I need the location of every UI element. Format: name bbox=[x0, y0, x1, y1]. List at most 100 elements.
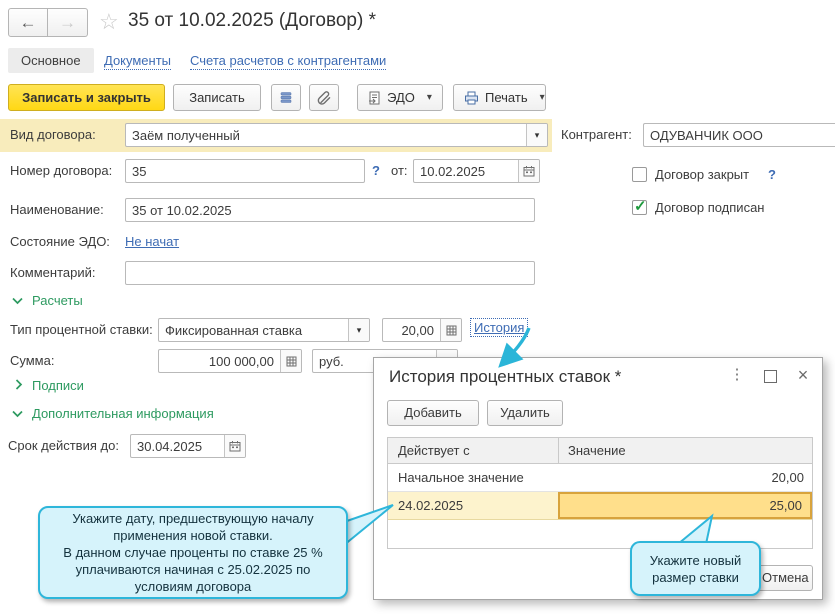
section-sign-chevron-right-icon[interactable] bbox=[15, 379, 23, 390]
amount-label: Сумма: bbox=[10, 353, 55, 368]
section-signatures-header[interactable]: Подписи bbox=[32, 378, 84, 393]
favorite-star-icon[interactable]: ☆ bbox=[99, 9, 119, 35]
calendar-icon bbox=[229, 441, 241, 452]
name-input[interactable]: 35 от 10.02.2025 bbox=[125, 198, 535, 222]
rate-type-label: Тип процентной ставки: bbox=[10, 322, 153, 337]
table-row-selected[interactable]: 24.02.2025 25,00 bbox=[388, 492, 812, 520]
calendar-icon bbox=[523, 166, 535, 177]
counterparty-label: Контрагент: bbox=[561, 127, 632, 142]
add-row-button[interactable]: Добавить bbox=[387, 400, 479, 426]
printer-icon bbox=[465, 91, 478, 104]
callout-right: Укажите новый размер ставки bbox=[630, 541, 761, 596]
dialog-more-icon[interactable]: ⋮ bbox=[726, 366, 748, 384]
comment-input[interactable] bbox=[125, 261, 535, 285]
delete-row-button[interactable]: Удалить bbox=[487, 400, 563, 426]
rate-type-combobox[interactable]: Фиксированная ставка ▾ bbox=[158, 318, 370, 342]
contract-date-value: 10.02.2025 bbox=[420, 163, 486, 179]
callout-right-text: Укажите новый размер ставки bbox=[649, 552, 742, 585]
contract-type-value: Заём полученный bbox=[132, 127, 240, 143]
valid-until-input[interactable]: 30.04.2025 bbox=[130, 434, 246, 458]
back-button[interactable]: ← bbox=[8, 8, 48, 37]
forward-button[interactable]: → bbox=[48, 8, 88, 37]
dialog-title: История процентных ставок * bbox=[389, 367, 622, 386]
section-extra-header[interactable]: Дополнительная информация bbox=[32, 406, 214, 421]
column-header-date[interactable]: Действует с bbox=[398, 443, 470, 458]
contract-date-input[interactable]: 10.02.2025 bbox=[413, 159, 540, 183]
edo-button-label: ЭДО bbox=[387, 90, 415, 105]
dialog-maximize-icon[interactable] bbox=[764, 370, 777, 383]
section-calc-header[interactable]: Расчеты bbox=[32, 293, 83, 308]
forward-icon: → bbox=[59, 13, 76, 32]
counterparty-input[interactable]: ОДУВАНЧИК ООО bbox=[643, 123, 835, 147]
edo-menu-button[interactable]: ЭДО ▾ bbox=[357, 84, 443, 111]
edo-caret-icon: ▾ bbox=[426, 92, 432, 103]
calculator-icon bbox=[446, 325, 456, 335]
stack-icon bbox=[280, 91, 292, 103]
rate-value-input[interactable]: 20,00 bbox=[382, 318, 462, 342]
contract-signed-label: Договор подписан bbox=[655, 200, 765, 215]
table-header-row: Действует с Значение bbox=[388, 438, 812, 464]
edo-state-link[interactable]: Не начат bbox=[125, 234, 179, 249]
column-header-value[interactable]: Значение bbox=[568, 443, 626, 458]
contract-date-label: от: bbox=[391, 163, 408, 178]
contract-type-dropdown-button[interactable]: ▾ bbox=[526, 124, 547, 146]
contract-signed-checkbox[interactable]: ✓ bbox=[632, 198, 647, 215]
chevron-down-icon: ▾ bbox=[534, 129, 540, 140]
contract-form-window: ← → ☆ 35 от 10.02.2025 (Договор) * Основ… bbox=[0, 0, 835, 614]
rate-calculator-button[interactable] bbox=[440, 319, 461, 341]
tab-documents[interactable]: Документы bbox=[104, 53, 172, 70]
contract-type-combobox[interactable]: Заём полученный ▾ bbox=[125, 123, 548, 147]
amount-value: 100 000,00 bbox=[208, 353, 274, 369]
closed-help-icon[interactable]: ? bbox=[768, 167, 776, 182]
dialog-close-icon[interactable]: × bbox=[792, 366, 814, 384]
row-value-cell[interactable]: 20,00 bbox=[558, 464, 812, 491]
contract-closed-label: Договор закрыт bbox=[655, 167, 750, 182]
table-row[interactable]: Начальное значение 20,00 bbox=[388, 464, 812, 492]
valid-until-value: 30.04.2025 bbox=[137, 438, 203, 454]
valid-until-calendar-button[interactable] bbox=[224, 435, 245, 457]
name-value: 35 от 10.02.2025 bbox=[132, 202, 232, 218]
valid-until-label: Срок действия до: bbox=[8, 438, 119, 453]
counterparty-value: ОДУВАНЧИК ООО bbox=[650, 127, 763, 143]
attachments-button[interactable] bbox=[309, 84, 339, 111]
print-caret-icon: ▾ bbox=[539, 92, 545, 103]
contract-number-input[interactable]: 35 bbox=[125, 159, 365, 183]
tab-settlement-accounts[interactable]: Счета расчетов с контрагентами bbox=[190, 53, 387, 70]
save-and-close-button[interactable]: Записать и закрыть bbox=[8, 84, 165, 111]
name-label: Наименование: bbox=[10, 202, 104, 217]
callout-left: Укажите дату, предшествующую началу прим… bbox=[38, 506, 348, 599]
rate-type-value: Фиксированная ставка bbox=[165, 322, 303, 338]
contract-number-label: Номер договора: bbox=[10, 163, 113, 178]
number-help-icon[interactable]: ? bbox=[372, 163, 380, 178]
history-link[interactable]: История bbox=[470, 318, 529, 337]
history-link-text: История bbox=[474, 320, 525, 335]
structure-button[interactable] bbox=[271, 84, 301, 111]
row-date-cell[interactable]: 24.02.2025 bbox=[398, 498, 463, 513]
row-value-cell-selected[interactable]: 25,00 bbox=[558, 492, 812, 519]
contract-number-value: 35 bbox=[132, 163, 147, 179]
rate-value: 20,00 bbox=[401, 322, 434, 338]
tab-main[interactable]: Основное bbox=[8, 48, 94, 73]
check-icon: ✓ bbox=[634, 198, 647, 215]
edo-state-label: Состояние ЭДО: bbox=[10, 234, 110, 249]
page-title: 35 от 10.02.2025 (Договор) * bbox=[128, 10, 376, 31]
paperclip-icon bbox=[317, 90, 331, 105]
comment-label: Комментарий: bbox=[10, 265, 96, 280]
rate-history-table: Действует с Значение Начальное значение … bbox=[387, 437, 813, 549]
contract-type-label: Вид договора: bbox=[10, 127, 96, 142]
calculator-icon bbox=[286, 356, 296, 366]
contract-date-calendar-button[interactable] bbox=[518, 160, 539, 182]
print-button-label: Печать bbox=[485, 90, 528, 105]
save-button[interactable]: Записать bbox=[173, 84, 261, 111]
back-icon: ← bbox=[19, 13, 37, 32]
row-date-cell[interactable]: Начальное значение bbox=[398, 470, 524, 485]
chevron-down-icon: ▾ bbox=[356, 324, 362, 335]
edo-document-icon bbox=[369, 91, 380, 104]
section-extra-chevron-down-icon[interactable] bbox=[12, 410, 23, 418]
amount-calculator-button[interactable] bbox=[280, 350, 301, 372]
contract-closed-checkbox[interactable] bbox=[632, 167, 647, 182]
rate-type-dropdown-button[interactable]: ▾ bbox=[348, 319, 369, 341]
amount-input[interactable]: 100 000,00 bbox=[158, 349, 302, 373]
print-menu-button[interactable]: Печать ▾ bbox=[453, 84, 546, 111]
section-calc-chevron-down-icon[interactable] bbox=[12, 297, 23, 305]
